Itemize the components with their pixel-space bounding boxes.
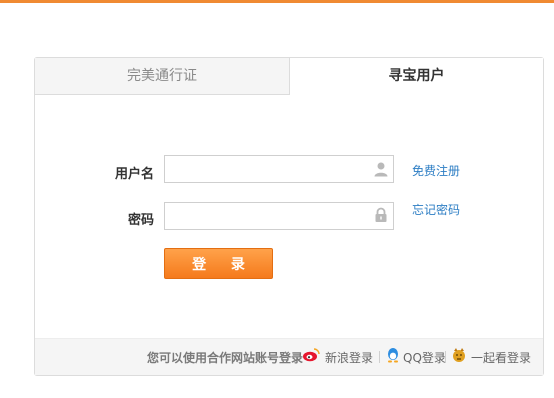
username-label: 用户名 [114, 167, 154, 182]
lock-icon [375, 207, 387, 222]
separator [379, 351, 380, 363]
login-panel: 完美通行证 寻宝用户 用户名 免费注册 密码 忘记密码 登 录 您可以使用合作网… [34, 57, 544, 376]
username-input[interactable] [164, 155, 394, 183]
tab-wanmei-passport[interactable]: 完美通行证 [35, 58, 290, 95]
separator [445, 351, 446, 363]
login-button[interactable]: 登 录 [164, 248, 273, 279]
tab-xunbao-user[interactable]: 寻宝用户 [290, 58, 543, 95]
register-link[interactable]: 免费注册 [412, 162, 460, 179]
weibo-icon [303, 348, 320, 362]
third-party-login-bar: 您可以使用合作网站账号登录 新浪登录 QQ登录 一起看登录 [35, 338, 543, 375]
third-party-prompt: 您可以使用合作网站账号登录 [147, 351, 304, 365]
qq-penguin-icon [388, 348, 398, 363]
password-input[interactable] [164, 202, 394, 230]
partner-login-link[interactable]: 一起看登录 [471, 349, 531, 366]
tiger-icon [453, 348, 465, 362]
forgot-password-link[interactable]: 忘记密码 [412, 201, 460, 218]
sina-login-link[interactable]: 新浪登录 [325, 349, 373, 366]
top-accent-bar [0, 0, 554, 3]
user-icon [374, 162, 388, 177]
password-label: 密码 [127, 213, 154, 228]
qq-login-link[interactable]: QQ登录 [403, 349, 446, 366]
